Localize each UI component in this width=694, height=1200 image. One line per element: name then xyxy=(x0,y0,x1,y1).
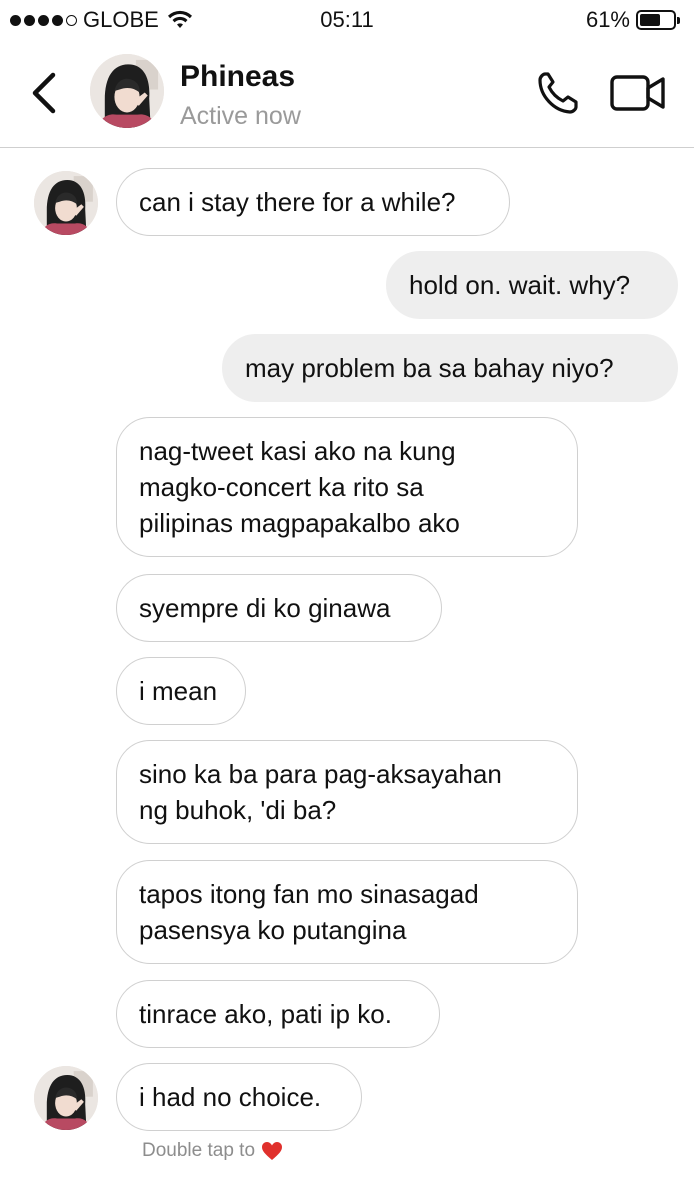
message-text-line: can i stay there for a while? xyxy=(139,187,456,217)
double-tap-hint: Double tap to xyxy=(142,1140,283,1162)
message-text-line: pasensya ko putangina xyxy=(139,915,407,945)
message-text-line: sino ka ba para pag-aksayahan xyxy=(139,759,502,789)
incoming-message[interactable]: syempre di ko ginawa xyxy=(116,574,442,642)
hint-text: Double tap to xyxy=(142,1140,256,1161)
status-bar: GLOBE 05:11 61% xyxy=(0,0,694,40)
incoming-message[interactable]: tapos itong fan mo sinasagad pasensya ko … xyxy=(116,860,578,964)
incoming-message[interactable]: i had no choice. xyxy=(116,1063,362,1131)
message-text-line: syempre di ko ginawa xyxy=(139,593,391,623)
message-text-line: i mean xyxy=(139,676,218,706)
message-text-line: may problem ba sa bahay niyo? xyxy=(245,353,614,383)
conversation-header: Phineas Active now xyxy=(0,40,694,148)
message-text-line: tinrace ako, pati ip ko. xyxy=(139,999,392,1029)
video-call-button[interactable] xyxy=(610,74,666,112)
incoming-message[interactable]: i mean xyxy=(116,657,246,725)
contact-name[interactable]: Phineas xyxy=(180,60,295,94)
heart-icon xyxy=(262,1142,283,1160)
back-chevron-icon xyxy=(32,72,56,114)
battery-percent: 61% xyxy=(585,7,630,32)
back-button[interactable] xyxy=(24,68,64,118)
message-text-line: hold on. wait. why? xyxy=(409,270,631,300)
message-text-line: nag-tweet kasi ako na kung xyxy=(139,436,456,466)
message-text-line: magko-concert ka rito sa xyxy=(139,472,424,502)
outgoing-message[interactable]: may problem ba sa bahay niyo? xyxy=(222,334,678,402)
message-text-line: pilipinas magpapakalbo ako xyxy=(139,508,460,538)
sender-avatar[interactable] xyxy=(34,171,98,235)
outgoing-message[interactable]: hold on. wait. why? xyxy=(386,251,678,319)
battery-icon xyxy=(636,10,680,30)
incoming-message[interactable]: can i stay there for a while? xyxy=(116,168,510,236)
video-camera-icon xyxy=(610,75,665,111)
contact-status: Active now xyxy=(180,102,301,130)
message-text-line: i had no choice. xyxy=(139,1082,322,1112)
incoming-message[interactable]: sino ka ba para pag-aksayahan ng buhok, '… xyxy=(116,740,578,844)
voice-call-button[interactable] xyxy=(536,70,580,116)
phone-icon xyxy=(538,72,578,114)
incoming-message[interactable]: nag-tweet kasi ako na kung magko-concert … xyxy=(116,417,578,557)
message-text-line: tapos itong fan mo sinasagad xyxy=(139,879,479,909)
contact-avatar[interactable] xyxy=(90,54,164,128)
incoming-message[interactable]: tinrace ako, pati ip ko. xyxy=(116,980,440,1048)
message-text-line: ng buhok, 'di ba? xyxy=(139,795,337,825)
sender-avatar[interactable] xyxy=(34,1066,98,1130)
